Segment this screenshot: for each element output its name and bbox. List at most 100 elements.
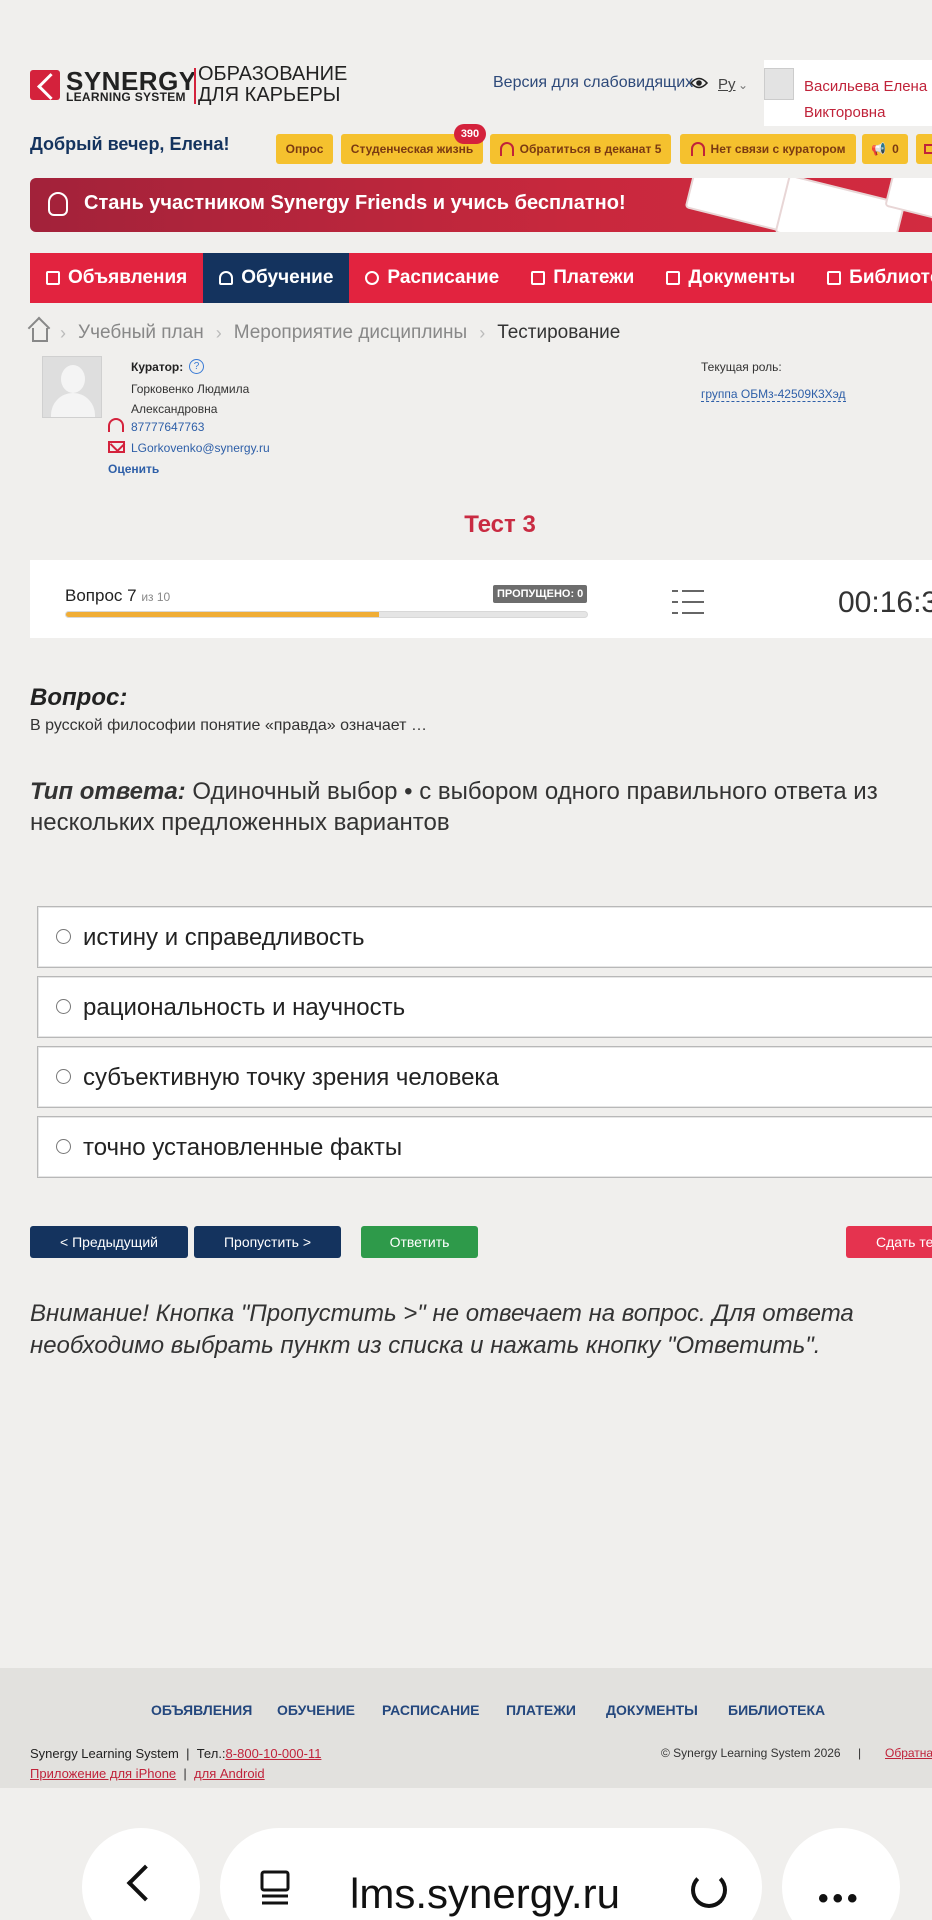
- accessibility-version-link[interactable]: Версия для слабовидящих: [493, 74, 693, 92]
- curator-email[interactable]: LGorkovenko@synergy.ru: [131, 441, 270, 455]
- footer-nav-announcements[interactable]: ОБЪЯВЛЕНИЯ: [151, 1702, 252, 1718]
- nav-learning[interactable]: Обучение: [203, 253, 350, 303]
- footer-nav-library[interactable]: БИБЛИОТЕКА: [728, 1702, 825, 1718]
- curator-phone[interactable]: 87777647763: [131, 420, 204, 434]
- current-role-selector[interactable]: группа ОБМз-42509К3Хэд: [701, 387, 846, 402]
- footer-contacts: Synergy Learning System | Тел.:8-800-10-…: [30, 1746, 321, 1761]
- footer-nav-documents[interactable]: ДОКУМЕНТЫ: [606, 1702, 698, 1718]
- nav-payments[interactable]: Платежи: [515, 253, 650, 303]
- graduation-cap-icon: [219, 271, 234, 285]
- footer-separator: |: [186, 1746, 190, 1761]
- footer-phone[interactable]: 8-800-10-000-11: [226, 1746, 322, 1761]
- iphone-app-link[interactable]: Приложение для iPhone: [30, 1766, 176, 1781]
- main-nav: Объявления Обучение Расписание Платежи Д…: [30, 253, 932, 303]
- nav-label: Платежи: [553, 267, 635, 288]
- synergy-logo-icon[interactable]: [30, 70, 60, 100]
- nav-library[interactable]: Библиотека: [811, 253, 932, 303]
- answer-option[interactable]: субъективную точку зрения человека: [37, 1046, 932, 1108]
- nav-documents[interactable]: Документы: [650, 253, 811, 303]
- question-text: В русской философии понятие «правда» озн…: [30, 717, 427, 734]
- curator-status-label: Нет связи с куратором: [710, 142, 846, 156]
- user-name-line-2: Викторовна: [804, 104, 886, 121]
- question-total: из 10: [141, 590, 171, 604]
- curator-avatar: [42, 356, 102, 418]
- skipped-badge: ПРОПУЩЕНО: 0: [493, 585, 588, 603]
- more-button[interactable]: •••: [782, 1828, 900, 1920]
- nav-label: Расписание: [387, 267, 500, 288]
- footer: ОБЪЯВЛЕНИЯ ОБУЧЕНИЕ РАСПИСАНИЕ ПЛАТЕЖИ Д…: [0, 1668, 932, 1788]
- headphones-icon: [690, 142, 705, 156]
- chevron-right-icon: ›: [60, 322, 66, 343]
- logo-tagline-line-1: ОБРАЗОВАНИЕ: [198, 63, 348, 85]
- dean-contact-label: Обратиться в деканат 5: [519, 142, 662, 156]
- progress-track: [65, 611, 588, 618]
- survey-chip[interactable]: Опрос: [276, 134, 333, 164]
- chevron-down-icon[interactable]: ⌄: [738, 78, 748, 92]
- answer-option-label: точно установленные факты: [83, 1134, 403, 1161]
- back-button[interactable]: [82, 1828, 200, 1920]
- feedback-link[interactable]: Обратная связь: [885, 1746, 932, 1760]
- radio-button[interactable]: [56, 1139, 71, 1154]
- footer-nav-learning[interactable]: ОБУЧЕНИЕ: [277, 1702, 355, 1718]
- radio-button[interactable]: [56, 999, 71, 1014]
- radio-button[interactable]: [56, 1069, 71, 1084]
- breadcrumb-study-plan[interactable]: Учебный план: [78, 322, 204, 344]
- curator-name-line-2: Александровна: [131, 402, 218, 416]
- rate-curator-link[interactable]: Оценить: [108, 462, 159, 476]
- eye-icon[interactable]: [690, 76, 708, 90]
- answer-option[interactable]: точно установленные факты: [37, 1116, 932, 1178]
- reload-icon[interactable]: [691, 1872, 727, 1908]
- headphones-icon: [499, 142, 514, 156]
- footer-separator: |: [858, 1746, 862, 1760]
- answer-option[interactable]: рациональность и научность: [37, 976, 932, 1038]
- language-selector[interactable]: Ру: [718, 76, 736, 93]
- footer-nav-schedule[interactable]: РАСПИСАНИЕ: [382, 1702, 480, 1718]
- answer-type: Тип ответа: Одиночный выбор • с выбором …: [30, 776, 930, 838]
- user-name[interactable]: Васильева Елена Викторовна: [804, 74, 927, 126]
- footer-nav-payments[interactable]: ПЛАТЕЖИ: [506, 1702, 576, 1718]
- clock-icon: [365, 271, 380, 285]
- breadcrumb-discipline-event[interactable]: Мероприятие дисциплины: [234, 322, 468, 344]
- dean-contact-chip[interactable]: Обратиться в деканат 5: [490, 134, 671, 164]
- address-bar[interactable]: lms.synergy.ru: [220, 1828, 762, 1920]
- messages-chip[interactable]: [916, 134, 932, 164]
- android-app-link[interactable]: для Android: [194, 1766, 265, 1781]
- progress-fill: [66, 612, 379, 617]
- payment-icon: [531, 271, 546, 285]
- breadcrumb: › Учебный план › Мероприятие дисциплины …: [32, 322, 620, 344]
- skip-warning: Внимание! Кнопка "Пропустить >" не отвеч…: [30, 1300, 854, 1359]
- document-icon: [666, 271, 681, 285]
- curator-status-chip[interactable]: Нет связи с куратором: [680, 134, 856, 164]
- home-icon[interactable]: [32, 328, 48, 342]
- question-list-icon[interactable]: [672, 588, 704, 616]
- tabs-icon[interactable]: [260, 1868, 290, 1908]
- banner-text: Стань участником Synergy Friends и учись…: [84, 192, 626, 214]
- nav-schedule[interactable]: Расписание: [349, 253, 515, 303]
- previous-button[interactable]: < Предыдущий: [30, 1226, 188, 1258]
- book-icon: [827, 271, 842, 285]
- tap-hand-icon: [48, 192, 68, 216]
- synergy-friends-banner[interactable]: Стань участником Synergy Friends и учись…: [30, 178, 932, 232]
- radio-button[interactable]: [56, 929, 71, 944]
- question-number: Вопрос 7 из 10: [65, 586, 170, 606]
- help-icon[interactable]: ?: [189, 359, 204, 374]
- nav-announcements[interactable]: Объявления: [30, 253, 203, 303]
- chevron-left-icon: [126, 1864, 164, 1902]
- user-avatar[interactable]: [764, 68, 794, 100]
- answer-option-label: истину и справедливость: [83, 924, 365, 951]
- answer-option-label: рациональность и научность: [83, 994, 406, 1021]
- question-heading: Вопрос:: [30, 684, 128, 711]
- finish-test-button[interactable]: Сдать тест: [846, 1226, 932, 1258]
- answer-type-label: Тип ответа:: [30, 778, 186, 805]
- skip-button[interactable]: Пропустить >: [194, 1226, 341, 1258]
- question-number-label: Вопрос 7: [65, 586, 137, 605]
- more-dots-icon: •••: [818, 1882, 862, 1915]
- copyright: © Synergy Learning System 2026: [661, 1746, 841, 1760]
- curator-name: Горковенко Людмила Александровна: [131, 379, 249, 419]
- announcements-chip[interactable]: 📢 0: [862, 134, 908, 164]
- answer-button[interactable]: Ответить: [361, 1226, 478, 1258]
- answer-option[interactable]: истину и справедливость: [37, 906, 932, 968]
- question-progress-bar: Вопрос 7 из 10 ПРОПУЩЕНО: 0 00:16:3: [30, 560, 932, 638]
- footer-phone-label: Тел.:: [196, 1746, 226, 1761]
- chevron-right-icon: ›: [215, 322, 222, 343]
